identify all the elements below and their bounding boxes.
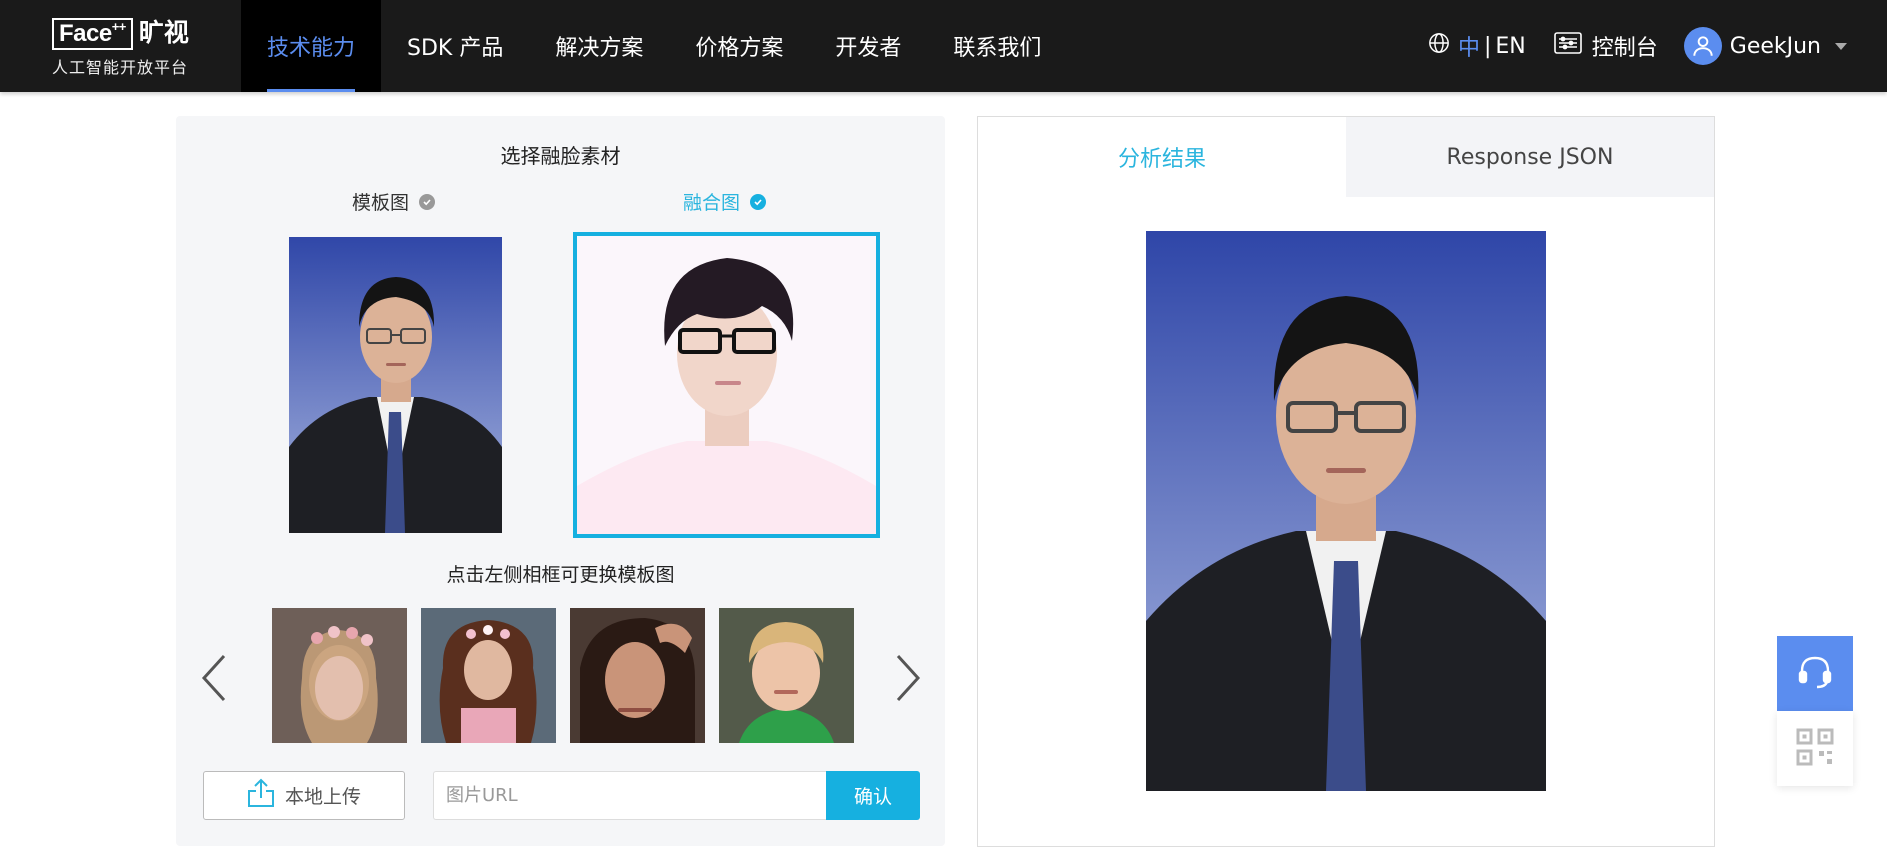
qr-code-icon — [1796, 728, 1834, 770]
fusion-image-label: 融合图 — [683, 188, 767, 215]
language-switcher[interactable]: 中 | EN — [1428, 30, 1526, 62]
console-link[interactable]: 控制台 — [1553, 30, 1658, 62]
customer-service-button[interactable] — [1777, 636, 1853, 711]
user-menu[interactable]: GeekJun — [1683, 27, 1847, 65]
lang-option-en[interactable]: EN — [1495, 34, 1525, 59]
template-thumbnail[interactable] — [421, 608, 556, 743]
headset-icon — [1795, 652, 1835, 696]
fusion-result-image — [1146, 231, 1546, 791]
fusion-image-frame[interactable] — [573, 232, 880, 538]
chevron-right-icon — [896, 654, 921, 702]
upload-label: 本地上传 — [284, 786, 361, 808]
nav-item-solutions[interactable]: 解决方案 — [529, 0, 669, 92]
carousel-prev-button[interactable] — [194, 648, 234, 708]
image-url-input[interactable] — [433, 771, 826, 820]
console-label: 控制台 — [1591, 36, 1658, 61]
qr-code-button[interactable] — [1777, 711, 1853, 786]
panel-title: 选择融脸素材 — [500, 144, 621, 168]
check-icon — [419, 193, 436, 210]
main-nav-menu: 技术能力 SDK 产品 解决方案 价格方案 开发者 联系我们 — [241, 0, 1067, 92]
top-navbar: Face++ 旷视 人工智能开放平台 技术能力 SDK 产品 解决方案 价格方案… — [0, 0, 1887, 92]
material-select-panel: 选择融脸素材 模板图 融合图 点击左侧相框可更换模板图 本地上传 图片URL 确… — [176, 116, 945, 846]
local-upload-button[interactable]: 本地上传 — [203, 771, 405, 820]
template-image-frame[interactable] — [289, 237, 502, 533]
nav-right-group: 中 | EN 控制台 GeekJun — [1428, 0, 1847, 92]
user-icon — [1683, 27, 1722, 65]
carousel-next-button[interactable] — [888, 648, 928, 708]
upload-icon — [247, 778, 285, 813]
chevron-down-icon — [1835, 42, 1847, 50]
console-icon — [1553, 32, 1592, 60]
logo-brand-cn: 旷视 — [138, 18, 189, 47]
lang-option-zh[interactable]: 中 — [1458, 30, 1480, 62]
template-thumbnail[interactable] — [719, 608, 854, 743]
result-panel: 分析结果 Response JSON — [977, 116, 1715, 847]
template-image-label: 模板图 — [352, 188, 436, 215]
nav-item-tech-capabilities[interactable]: 技术能力 — [241, 0, 382, 92]
logo-brand: Face++ — [52, 18, 133, 50]
confirm-button[interactable]: 确认 — [826, 771, 920, 820]
nav-item-developers[interactable]: 开发者 — [809, 0, 927, 92]
result-tabs: 分析结果 Response JSON — [978, 117, 1714, 197]
logo-subtitle: 人工智能开放平台 — [52, 58, 189, 77]
lang-separator: | — [1483, 33, 1492, 59]
check-icon — [750, 193, 767, 210]
template-thumbnail[interactable] — [272, 608, 407, 743]
faceplusplus-logo[interactable]: Face++ 旷视 人工智能开放平台 — [52, 18, 202, 78]
tab-response-json[interactable]: Response JSON — [1346, 117, 1714, 197]
nav-item-pricing[interactable]: 价格方案 — [669, 0, 809, 92]
chevron-left-icon — [201, 654, 226, 702]
nav-item-contact-us[interactable]: 联系我们 — [927, 0, 1067, 92]
nav-item-sdk-products[interactable]: SDK 产品 — [381, 0, 529, 92]
change-template-hint: 点击左侧相框可更换模板图 — [446, 564, 675, 586]
template-thumbnail[interactable] — [570, 608, 705, 743]
template-thumbnail-list — [272, 608, 868, 743]
username: GeekJun — [1729, 33, 1821, 59]
globe-icon — [1428, 32, 1450, 60]
tab-analysis-result[interactable]: 分析结果 — [978, 117, 1346, 197]
